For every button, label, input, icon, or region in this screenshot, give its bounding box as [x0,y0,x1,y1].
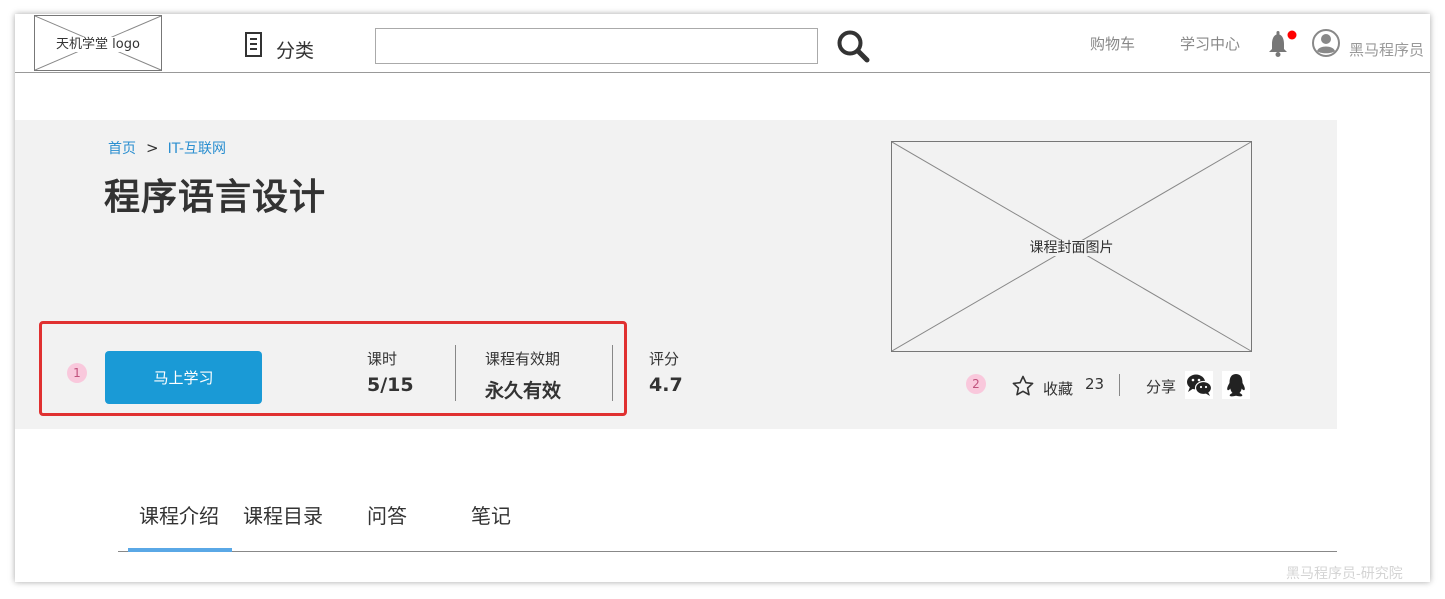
tab-course-intro[interactable]: 课程介绍 [139,500,219,529]
search-input[interactable] [375,28,818,64]
annotation-marker-2: 2 [966,374,986,394]
share-qq-button[interactable] [1222,371,1250,399]
logo-text: 天机学堂 logo [55,37,141,52]
favorite-label[interactable]: 收藏 [1043,378,1073,399]
list-icon[interactable] [244,32,264,58]
stat-lessons-label: 课时 [367,350,398,368]
start-learning-button[interactable]: 马上学习 [105,351,262,404]
stat-divider [455,345,456,401]
stat-validity-value: 永久有效 [485,380,562,402]
breadcrumb-separator: > [146,139,159,157]
breadcrumb-home-link[interactable]: 首页 [108,141,136,157]
tab-notes[interactable]: 笔记 [471,500,511,529]
wechat-icon [1187,374,1213,396]
breadcrumb: 首页 > IT-互联网 [108,138,226,158]
cart-link[interactable]: 购物车 [1090,33,1135,54]
user-avatar-icon[interactable] [1311,28,1341,58]
star-icon[interactable] [1012,375,1034,397]
stat-divider [612,345,613,401]
qq-icon [1227,374,1245,397]
username-label[interactable]: 黑马程序员 [1349,39,1424,60]
share-label: 分享 [1146,378,1177,396]
bell-icon[interactable] [1268,30,1298,58]
stat-rating-label: 评分 [649,350,680,368]
stat-lessons-value: 5/15 [367,374,414,396]
course-title: 程序语言设计 [104,177,327,218]
favorite-count: 23 [1085,375,1105,393]
watermark-text: 黑马程序员-研究院 [1286,566,1403,582]
stat-rating-value: 4.7 [649,374,683,396]
action-divider [1119,374,1120,396]
course-banner: 首页 > IT-互联网 程序语言设计 1 马上学习 课时 5/15 课程有效期 永久… [15,120,1337,429]
tab-underline-divider [118,551,1337,552]
app-window: 天机学堂 logo 分类 购物车 学习中心 黑马程序员 首页 > IT-互联网 … [15,14,1430,582]
stat-validity-label: 课程有效期 [485,350,561,368]
category-menu-label[interactable]: 分类 [276,36,314,63]
learning-center-link[interactable]: 学习中心 [1180,33,1240,54]
top-nav-bar: 天机学堂 logo 分类 购物车 学习中心 黑马程序员 [15,14,1430,73]
tab-qa[interactable]: 问答 [367,500,407,529]
annotation-marker-1: 1 [67,363,87,383]
share-wechat-button[interactable] [1185,371,1213,399]
breadcrumb-category-link[interactable]: IT-互联网 [168,141,226,157]
cover-image-label: 课程封面图片 [1027,240,1116,256]
notification-dot [1287,30,1297,40]
logo-placeholder[interactable]: 天机学堂 logo [34,15,162,71]
active-tab-indicator [128,548,232,552]
search-icon[interactable] [836,29,870,63]
course-cover-image: 课程封面图片 [891,141,1252,352]
tab-course-catalog[interactable]: 课程目录 [243,500,323,529]
